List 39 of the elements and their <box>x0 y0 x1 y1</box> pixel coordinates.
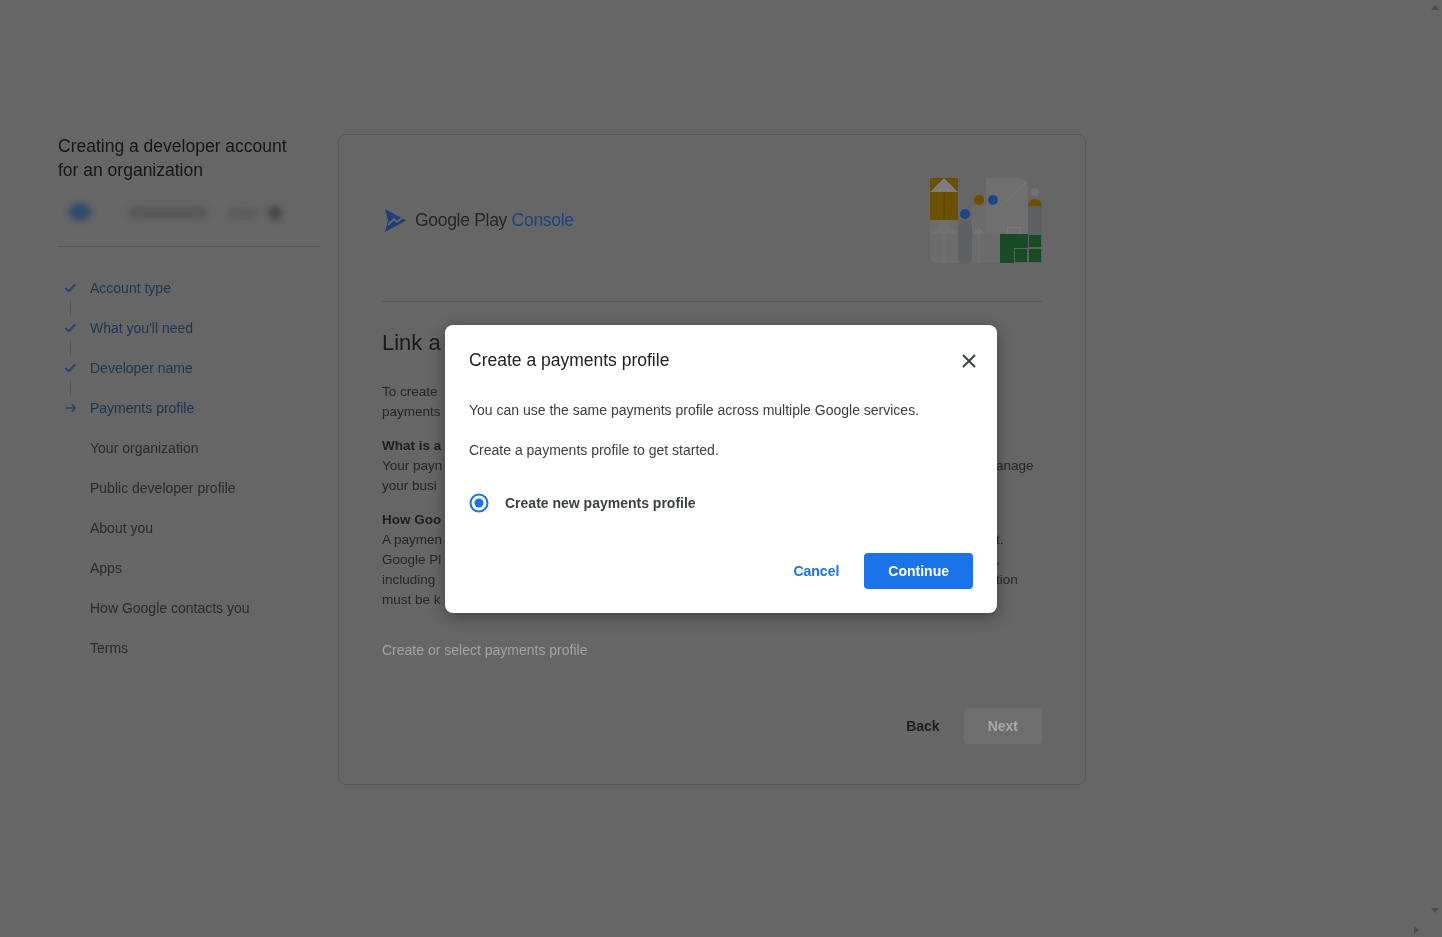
step-link[interactable]: Developer name <box>90 360 193 376</box>
sidebar-title: Creating a developer account for an organization <box>58 135 288 182</box>
step-link[interactable]: What you'll need <box>90 320 194 336</box>
body-text: including <box>382 571 436 587</box>
text-button[interactable]: Back <box>890 708 956 744</box>
step-link[interactable]: Account type <box>90 280 171 296</box>
scroll-right-arrow-icon[interactable] <box>1414 925 1419 934</box>
body-text: payments <box>382 403 441 419</box>
dialog-title: Create a payments profile <box>469 350 670 371</box>
body-text: To create <box>382 383 438 399</box>
body-text: Google Pl <box>382 551 442 567</box>
secondary-button[interactable]: Cancel <box>777 552 856 589</box>
logo-icon <box>384 208 407 233</box>
paragraph-heading: How Goo <box>382 511 442 527</box>
body-text: must be k <box>382 591 441 607</box>
step-link[interactable]: About you <box>90 520 154 536</box>
body-text: Your payn <box>382 457 443 473</box>
dialog-text: You can use the same payments profile across multiple Google services. <box>469 400 921 420</box>
scroll-down-arrow-icon[interactable] <box>1431 908 1439 913</box>
step-link[interactable]: Payments profile <box>90 400 195 416</box>
section-heading: Link a <box>382 329 441 357</box>
step-link[interactable]: Terms <box>90 640 129 656</box>
body-text: anage <box>996 457 1034 473</box>
body-text: your busi <box>382 477 437 493</box>
paragraph-heading: What is a <box>382 437 442 453</box>
step-link[interactable]: How Google contacts you <box>90 600 250 616</box>
step-link[interactable]: Public developer profile <box>90 480 236 496</box>
scroll-up-arrow-icon[interactable] <box>1431 5 1439 10</box>
radio-label[interactable]: Create new payments profile <box>505 494 696 511</box>
body-text: tion <box>996 571 1018 587</box>
close-icon[interactable] <box>962 353 976 368</box>
logo-wordmark: Google Play Console <box>415 210 574 231</box>
step-link[interactable]: Apps <box>90 560 122 576</box>
step-link[interactable]: Your organization <box>90 440 199 456</box>
body-text: , <box>996 551 1000 567</box>
dialog-text: Create a payments profile to get started. <box>469 440 720 460</box>
radio-button[interactable] <box>469 492 489 513</box>
body-text: A paymen <box>382 531 443 547</box>
primary-button[interactable]: Continue <box>864 552 973 589</box>
